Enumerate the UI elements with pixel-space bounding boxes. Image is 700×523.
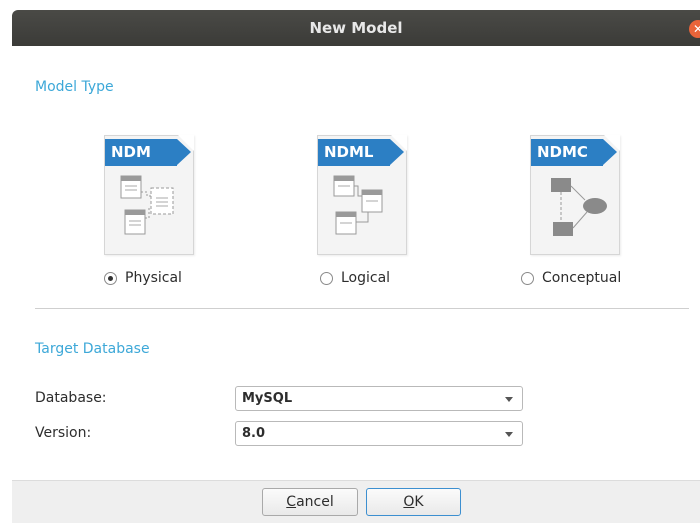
logical-diagram-icon <box>333 175 383 235</box>
ndm-badge: NDM <box>105 139 191 166</box>
cancel-mnemonic: C <box>286 494 297 510</box>
database-select-value: MySQL <box>242 391 293 406</box>
database-select[interactable]: MySQL <box>235 386 523 411</box>
section-divider <box>35 308 689 309</box>
ndm-document-icon: NDM <box>104 135 194 255</box>
radio-button-checked[interactable] <box>104 271 117 285</box>
cancel-label: ancel <box>296 494 334 510</box>
version-select[interactable]: 8.0 <box>235 421 523 446</box>
ndml-document-icon: NDML <box>317 135 407 255</box>
target-database-heading: Target Database <box>35 341 150 357</box>
physical-diagram-icon <box>120 175 174 235</box>
radio-physical[interactable]: Physical <box>104 269 182 287</box>
radio-physical-label: Physical <box>125 270 182 286</box>
model-type-heading: Model Type <box>35 79 114 95</box>
ok-button[interactable]: OK <box>366 488 461 516</box>
ndmc-badge: NDMC <box>531 139 617 166</box>
database-label: Database: <box>35 390 107 406</box>
window-title: New Model <box>309 19 403 37</box>
radio-button-unchecked[interactable] <box>320 271 333 285</box>
conceptual-diagram-icon <box>551 178 607 236</box>
ndml-badge: NDML <box>318 139 404 166</box>
chevron-down-icon <box>505 397 513 402</box>
close-icon[interactable]: ✕ <box>689 20 700 38</box>
ok-label: K <box>414 494 424 510</box>
version-label: Version: <box>35 425 92 441</box>
radio-conceptual-label: Conceptual <box>542 270 622 286</box>
ok-mnemonic: O <box>403 494 415 510</box>
title-bar: New Model ✕ <box>12 10 700 46</box>
chevron-down-icon <box>505 432 513 437</box>
version-select-value: 8.0 <box>242 426 266 441</box>
radio-conceptual[interactable]: Conceptual <box>521 269 621 287</box>
cancel-button[interactable]: Cancel <box>262 488 358 516</box>
radio-logical[interactable]: Logical <box>320 269 390 287</box>
radio-button-unchecked[interactable] <box>521 271 534 285</box>
radio-logical-label: Logical <box>341 270 391 286</box>
ndmc-document-icon: NDMC <box>530 135 620 255</box>
